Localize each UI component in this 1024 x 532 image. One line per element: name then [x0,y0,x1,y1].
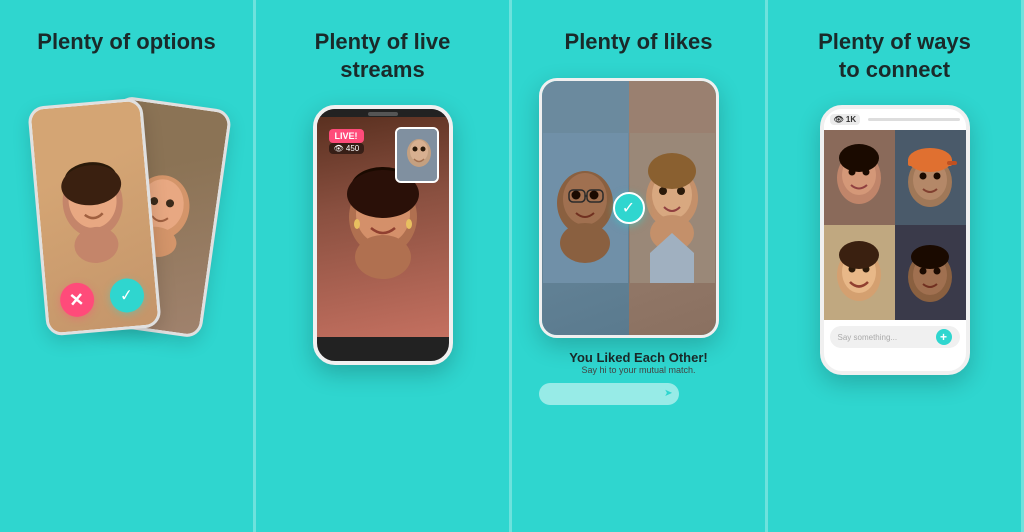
video-cell-2 [895,130,966,225]
pip-video [395,127,439,183]
viewers-badge: 👁 1K [830,114,861,125]
live-badge: LIVE! [329,129,364,143]
liked-main-text: You Liked Each Other! [539,350,739,365]
panel-ways-title: Plenty of waysto connect [818,28,971,83]
ways-phone: 👁 1K [820,105,970,375]
panel-live-title: Plenty of livestreams [315,28,451,83]
plus-button[interactable]: + [936,329,952,345]
like-button[interactable]: ✓ [108,277,145,314]
video-grid [824,130,966,320]
say-something-label: Say something... [838,333,898,342]
video-cell-3 [824,225,895,320]
live-phone-wrapper: LIVE! 👁 450 [313,105,453,385]
panel-live: Plenty of livestreams [256,0,512,532]
dislike-button[interactable]: ✕ [58,281,95,318]
live-phone: LIVE! 👁 450 [313,105,453,365]
send-bar[interactable]: ➤ [539,383,679,405]
panel-likes: Plenty of likes [512,0,768,532]
grid-header: 👁 1K [824,109,966,130]
main-video: LIVE! 👁 450 [317,117,449,337]
video-cell-1 [824,130,895,225]
panel-ways: Plenty of waysto connect 👁 1K [768,0,1024,532]
panel-options: Plenty of options [0,0,256,532]
phones-container: ✕ ✓ [27,82,227,362]
video-cell-4 [895,225,966,320]
notch-pill [368,112,398,116]
say-something-bar[interactable]: Say something... + [830,326,960,348]
panel-options-title: Plenty of options [37,28,215,56]
match-badge: ✓ [613,192,645,224]
likes-phone-wrapper: ✓ You Liked Each Other! Say hi to your m… [539,78,739,368]
split-phone: ✓ [539,78,719,338]
send-icon: ➤ [664,388,672,399]
panel-likes-title: Plenty of likes [565,28,713,56]
liked-sub-text: Say hi to your mutual match. [539,365,739,375]
viewer-count: 👁 450 [329,143,365,154]
ways-phone-wrapper: 👁 1K [820,105,970,383]
notch-line [868,118,959,121]
phone-front: ✕ ✓ [27,97,162,336]
liked-text: You Liked Each Other! Say hi to your mut… [539,350,739,375]
phone-notch-bar [317,109,449,117]
